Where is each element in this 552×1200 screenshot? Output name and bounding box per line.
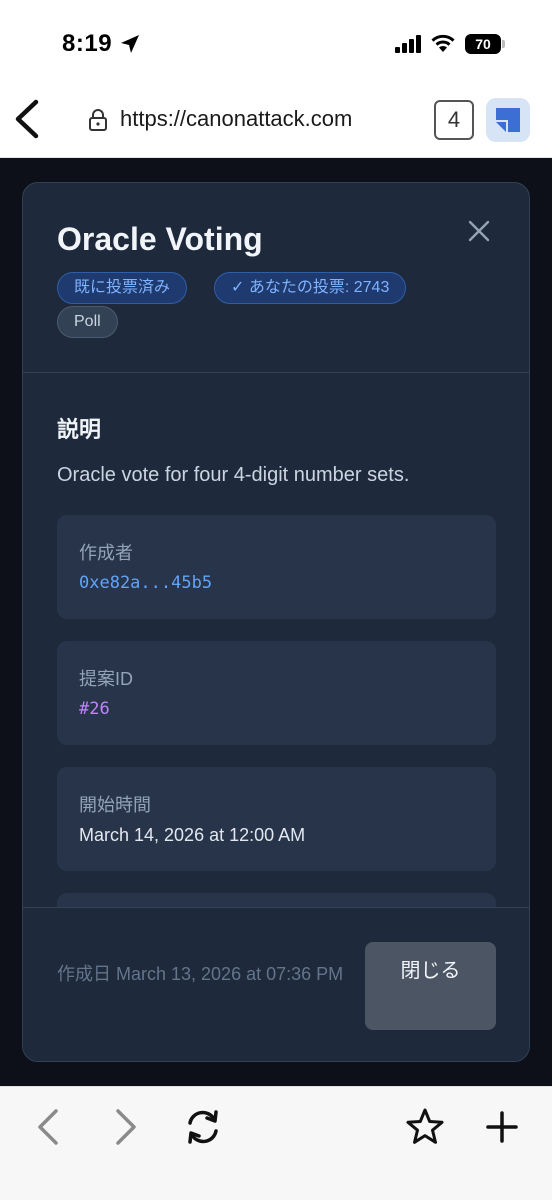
voted-badge: 既に投票済み xyxy=(57,272,188,304)
status-time: 8:19 xyxy=(62,30,113,57)
wifi-icon xyxy=(431,34,455,52)
browser-url-bar: https://canonattack.com 4 xyxy=(0,80,552,158)
close-button[interactable]: 閉じる xyxy=(365,942,496,1030)
web-content: Oracle Voting 既に投票済み ✓ あなたの投票: 2743 Poll… xyxy=(0,158,552,1086)
browser-toolbar xyxy=(0,1086,552,1200)
description-text: Oracle vote for four 4-digit number sets… xyxy=(57,464,410,486)
extension-logo-icon xyxy=(496,108,520,132)
back-chevron-icon[interactable] xyxy=(12,98,42,140)
creator-address[interactable]: 0xe82a...45b5 xyxy=(79,573,212,593)
creator-label: 作成者 xyxy=(79,543,133,563)
start-time-label: 開始時間 xyxy=(79,795,151,815)
status-bar: 8:19 70 xyxy=(0,0,552,80)
proposal-id-label: 提案ID xyxy=(79,669,133,689)
cellular-signal-icon xyxy=(395,35,421,53)
forward-icon[interactable] xyxy=(106,1107,146,1147)
poll-type-badge: Poll xyxy=(57,306,118,338)
location-arrow-icon xyxy=(121,35,139,53)
battery-tip xyxy=(502,40,505,48)
reload-icon[interactable] xyxy=(183,1107,223,1147)
bookmark-star-icon[interactable] xyxy=(405,1107,445,1147)
battery-indicator: 70 xyxy=(465,34,505,54)
modal-body[interactable]: 説明 Oracle vote for four 4-digit number s… xyxy=(23,374,529,907)
extension-button[interactable] xyxy=(486,98,530,142)
tab-count-button[interactable]: 4 xyxy=(434,100,474,140)
close-icon[interactable] xyxy=(467,219,491,243)
modal-footer: 作成日 March 13, 2026 at 07:36 PM 閉じる xyxy=(23,907,529,1061)
url-text[interactable]: https://canonattack.com xyxy=(120,106,352,132)
proposal-id-value: #26 xyxy=(79,699,110,719)
start-time-value: March 14, 2026 at 12:00 AM xyxy=(79,825,306,845)
created-date-text: 作成日 March 13, 2026 at 07:36 PM xyxy=(57,964,344,984)
creator-card: 作成者 0xe82a...45b5 xyxy=(57,515,496,619)
proposal-modal: Oracle Voting 既に投票済み ✓ あなたの投票: 2743 Poll… xyxy=(22,182,530,1062)
start-time-card: 開始時間 March 14, 2026 at 12:00 AM xyxy=(57,767,496,871)
modal-title: Oracle Voting xyxy=(57,221,263,257)
next-card-partial xyxy=(57,893,496,907)
new-tab-plus-icon[interactable] xyxy=(482,1107,522,1147)
lock-icon xyxy=(89,109,107,131)
description-heading: 説明 xyxy=(57,417,102,442)
back-icon[interactable] xyxy=(28,1107,68,1147)
battery-level: 70 xyxy=(465,34,501,54)
modal-header: Oracle Voting 既に投票済み ✓ あなたの投票: 2743 Poll xyxy=(23,183,529,373)
proposal-id-card: 提案ID #26 xyxy=(57,641,496,745)
my-vote-badge: ✓ あなたの投票: 2743 xyxy=(214,272,407,304)
